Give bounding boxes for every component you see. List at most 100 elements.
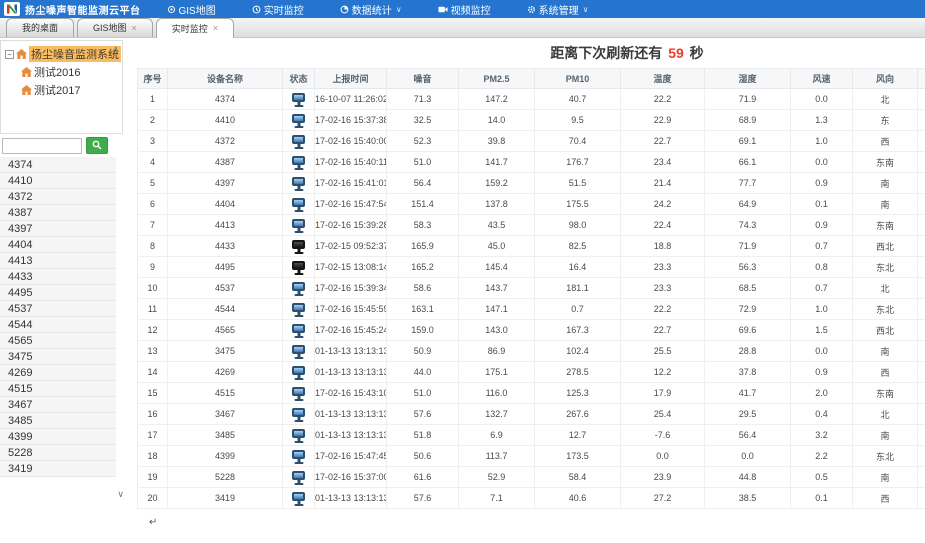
cell-temperature: 23.3 (621, 257, 705, 278)
device-list-item[interactable]: 4387 (0, 205, 116, 221)
table-row[interactable]: 11 4544 17-02-16 15:45:59 163.1 147.1 0.… (138, 299, 925, 320)
table-row[interactable]: 2 4410 17-02-16 15:37:38 32.5 14.0 9.5 2… (138, 110, 925, 131)
device-status-monitor-icon (292, 156, 305, 165)
device-list-item[interactable]: 4537 (0, 301, 116, 317)
table-row[interactable]: 17 3485 01-13-13 13:13:13 51.8 6.9 12.7 … (138, 425, 925, 446)
device-list-item[interactable]: 4269 (0, 365, 116, 381)
cell-status (283, 257, 315, 278)
device-search-input[interactable] (2, 138, 82, 154)
search-button[interactable] (86, 137, 108, 154)
cell-index: 17 (138, 425, 168, 446)
table-row[interactable]: 10 4537 17-02-16 15:39:34 58.6 143.7 181… (138, 278, 925, 299)
device-list-item[interactable]: 4495 (0, 285, 116, 301)
table-row[interactable]: 16 3467 01-13-13 13:13:13 57.6 132.7 267… (138, 404, 925, 425)
table-row[interactable]: 9 4495 17-02-15 13:08:14 165.2 145.4 16.… (138, 257, 925, 278)
device-list-item[interactable]: 3419 (0, 461, 116, 477)
cell-report-time: 17-02-15 13:08:14 (315, 257, 387, 278)
table-row[interactable]: 6 4404 17-02-16 15:47:54 151.4 137.8 175… (138, 194, 925, 215)
table-row[interactable]: 1 4374 16-10-07 11:26:02 71.3 147.2 40.7… (138, 89, 925, 110)
device-list-item[interactable]: 4404 (0, 237, 116, 253)
device-list-item[interactable]: 4372 (0, 189, 116, 205)
table-row[interactable]: 14 4269 01-13-13 13:13:13 44.0 175.1 278… (138, 362, 925, 383)
main-menu: GIS地图 实时监控 数据统计 ∨ 视频监控 (167, 2, 625, 17)
device-status-monitor-icon (292, 198, 305, 207)
tree-collapse-icon[interactable]: − (5, 50, 14, 59)
device-list-item[interactable]: 4413 (0, 253, 116, 269)
table-row[interactable]: 5 4397 17-02-16 15:41:01 56.4 159.2 51.5… (138, 173, 925, 194)
cell-pm10: 40.6 (535, 488, 621, 509)
device-list-item[interactable]: 4397 (0, 221, 116, 237)
cell-humidity: 68.5 (705, 278, 791, 299)
menu-gis-map[interactable]: GIS地图 (167, 2, 216, 17)
cell-device-name: 4410 (168, 110, 283, 131)
search-icon (92, 138, 102, 153)
table-row[interactable]: 7 4413 17-02-16 15:39:28 58.3 43.5 98.0 … (138, 215, 925, 236)
device-list-item[interactable]: 4410 (0, 173, 116, 189)
cell-noise: 58.6 (387, 278, 459, 299)
menu-realtime-monitor[interactable]: 实时监控 (252, 2, 304, 17)
tab-realtime-monitor[interactable]: 实时监控 × (156, 18, 234, 38)
cell-pm25: 159.2 (459, 173, 535, 194)
menu-label: 系统管理 (539, 2, 579, 17)
table-row[interactable]: 19 5228 17-02-16 15:37:00 61.6 52.9 58.4… (138, 467, 925, 488)
tree-node[interactable]: 测试2017 (21, 82, 122, 98)
device-list-item[interactable]: 4399 (0, 429, 116, 445)
menu-data-statistics[interactable]: 数据统计 ∨ (340, 2, 402, 17)
tree-root-node[interactable]: 扬尘噪音监测系统 (29, 46, 121, 62)
device-list-item[interactable]: 3467 (0, 397, 116, 413)
cell-extra (918, 404, 925, 425)
cell-pm10: 82.5 (535, 236, 621, 257)
cell-noise: 50.9 (387, 341, 459, 362)
cell-extra (918, 299, 925, 320)
device-list-item[interactable]: 4374 (0, 157, 116, 173)
scroll-down-icon[interactable]: ∨ (117, 490, 124, 499)
cell-extra (918, 194, 925, 215)
cell-pm25: 132.7 (459, 404, 535, 425)
cell-wind-direction: 南 (853, 467, 918, 488)
menu-video-monitor[interactable]: 视频监控 (438, 2, 491, 17)
cell-temperature: 21.4 (621, 173, 705, 194)
cell-pm25: 7.1 (459, 488, 535, 509)
tab-close-icon[interactable]: × (132, 24, 137, 33)
device-list-item[interactable]: 5228 (0, 445, 116, 461)
cell-wind-speed: 1.0 (791, 299, 853, 320)
cell-wind-speed: 0.5 (791, 467, 853, 488)
table-row[interactable]: 4 4387 17-02-16 15:40:11 51.0 141.7 176.… (138, 152, 925, 173)
cell-device-name: 4495 (168, 257, 283, 278)
tab-close-icon[interactable]: × (213, 24, 218, 33)
menu-system-management[interactable]: 系统管理 ∨ (527, 2, 589, 17)
tab-label: GIS地图 (93, 19, 127, 37)
cell-device-name: 4387 (168, 152, 283, 173)
device-list-item[interactable]: 3475 (0, 349, 116, 365)
tab-my-desktop[interactable]: 我的桌面 (6, 18, 74, 37)
cell-wind-direction: 南 (853, 194, 918, 215)
device-list-item[interactable]: 3485 (0, 413, 116, 429)
device-list-item[interactable]: 4544 (0, 317, 116, 333)
table-row[interactable]: 8 4433 17-02-15 09:52:37 165.9 45.0 82.5… (138, 236, 925, 257)
table-row[interactable]: 3 4372 17-02-16 15:40:00 52.3 39.8 70.4 … (138, 131, 925, 152)
cell-pm25: 143.0 (459, 320, 535, 341)
device-status-monitor-icon (292, 450, 305, 459)
tree-node[interactable]: 测试2016 (21, 64, 122, 80)
table-row[interactable]: 15 4515 17-02-16 15:43:10 51.0 116.0 125… (138, 383, 925, 404)
cell-index: 13 (138, 341, 168, 362)
cell-temperature: 22.2 (621, 299, 705, 320)
table-row[interactable]: 20 3419 01-13-13 13:13:13 57.6 7.1 40.6 … (138, 488, 925, 509)
cell-extra (918, 131, 925, 152)
cell-humidity: 71.9 (705, 89, 791, 110)
device-status-monitor-icon (292, 324, 305, 333)
device-list-item[interactable]: 4565 (0, 333, 116, 349)
table-row[interactable]: 18 4399 17-02-16 15:47:45 50.6 113.7 173… (138, 446, 925, 467)
tab-gis-map[interactable]: GIS地图 × (77, 18, 153, 37)
cell-index: 1 (138, 89, 168, 110)
cell-status (283, 173, 315, 194)
cell-status (283, 488, 315, 509)
table-row[interactable]: 13 3475 01-13-13 13:13:13 50.9 86.9 102.… (138, 341, 925, 362)
cell-wind-direction: 北 (853, 404, 918, 425)
device-status-monitor-icon (292, 114, 305, 123)
scroll-up-icon[interactable]: ∧ (112, 45, 119, 54)
device-list-item[interactable]: 4515 (0, 381, 116, 397)
device-list-item[interactable]: 4433 (0, 269, 116, 285)
table-row[interactable]: 12 4565 17-02-16 15:45:24 159.0 143.0 16… (138, 320, 925, 341)
cell-pm10: 70.4 (535, 131, 621, 152)
